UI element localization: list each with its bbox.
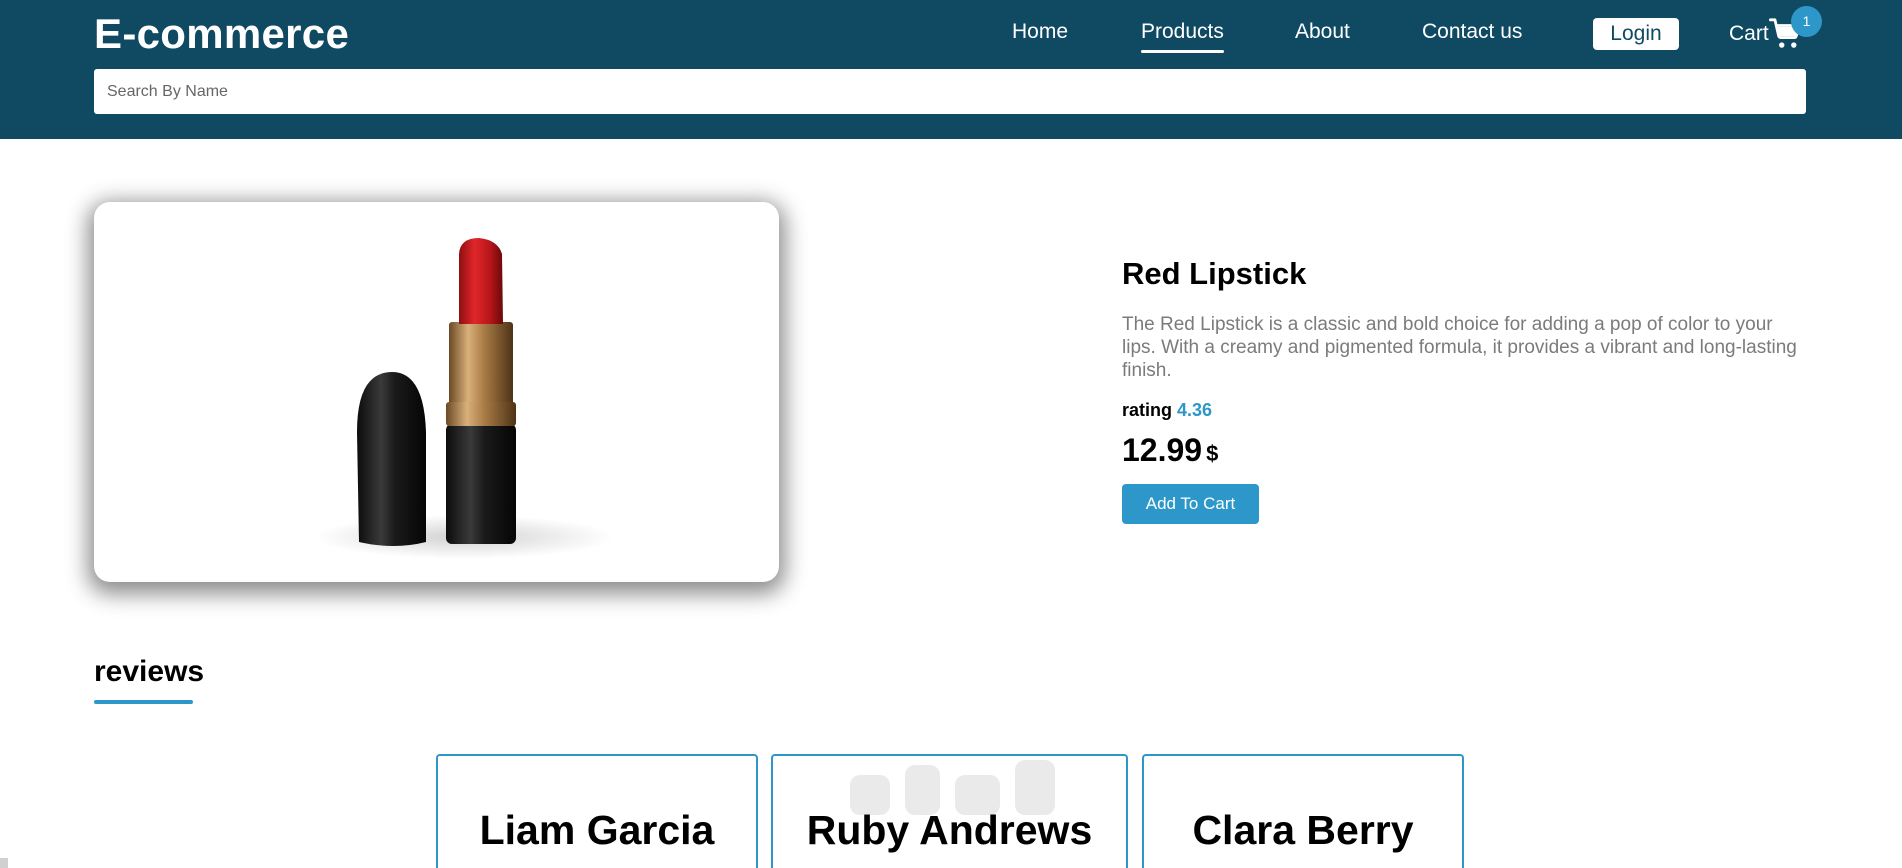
brand-logo[interactable]: E-commerce — [94, 10, 349, 58]
reviews-heading: reviews — [94, 655, 205, 688]
rating-value: 4.36 — [1177, 400, 1213, 420]
nav-about[interactable]: About — [1295, 20, 1350, 44]
reviewer-name: Ruby Andrews — [806, 807, 1093, 853]
product-description: The Red Lipstick is a classic and bold c… — [1122, 314, 1797, 381]
cart-count-badge: 1 — [1791, 6, 1822, 37]
price-value: 12.99 — [1122, 432, 1203, 468]
price-currency: $ — [1206, 441, 1219, 466]
search-input[interactable] — [94, 69, 1806, 114]
add-to-cart-button[interactable]: Add To Cart — [1122, 484, 1259, 524]
nav-products[interactable]: Products — [1141, 20, 1224, 53]
login-button[interactable]: Login — [1593, 18, 1679, 50]
product-title: Red Lipstick — [1122, 256, 1307, 291]
review-card: Clara Berry — [1142, 754, 1464, 868]
reviews-heading-underline — [94, 700, 193, 704]
nav-home[interactable]: Home — [1012, 20, 1068, 44]
review-card: Ruby Andrews — [771, 754, 1128, 868]
product-rating: rating 4.36 — [1122, 400, 1212, 421]
product-image-card — [94, 202, 779, 582]
nav-contact-us[interactable]: Contact us — [1422, 20, 1522, 44]
review-card: Liam Garcia — [436, 754, 758, 868]
product-price: 12.99 $ — [1122, 432, 1218, 469]
product-image — [314, 238, 614, 559]
site-header: E-commerce Home Products About Contact u… — [0, 0, 1902, 139]
rating-label: rating — [1122, 400, 1173, 420]
reviewer-name: Clara Berry — [1192, 807, 1414, 853]
reviewer-name: Liam Garcia — [479, 807, 715, 853]
cart-label: Cart — [1729, 22, 1769, 45]
scrollbar-thumb[interactable] — [0, 858, 8, 868]
